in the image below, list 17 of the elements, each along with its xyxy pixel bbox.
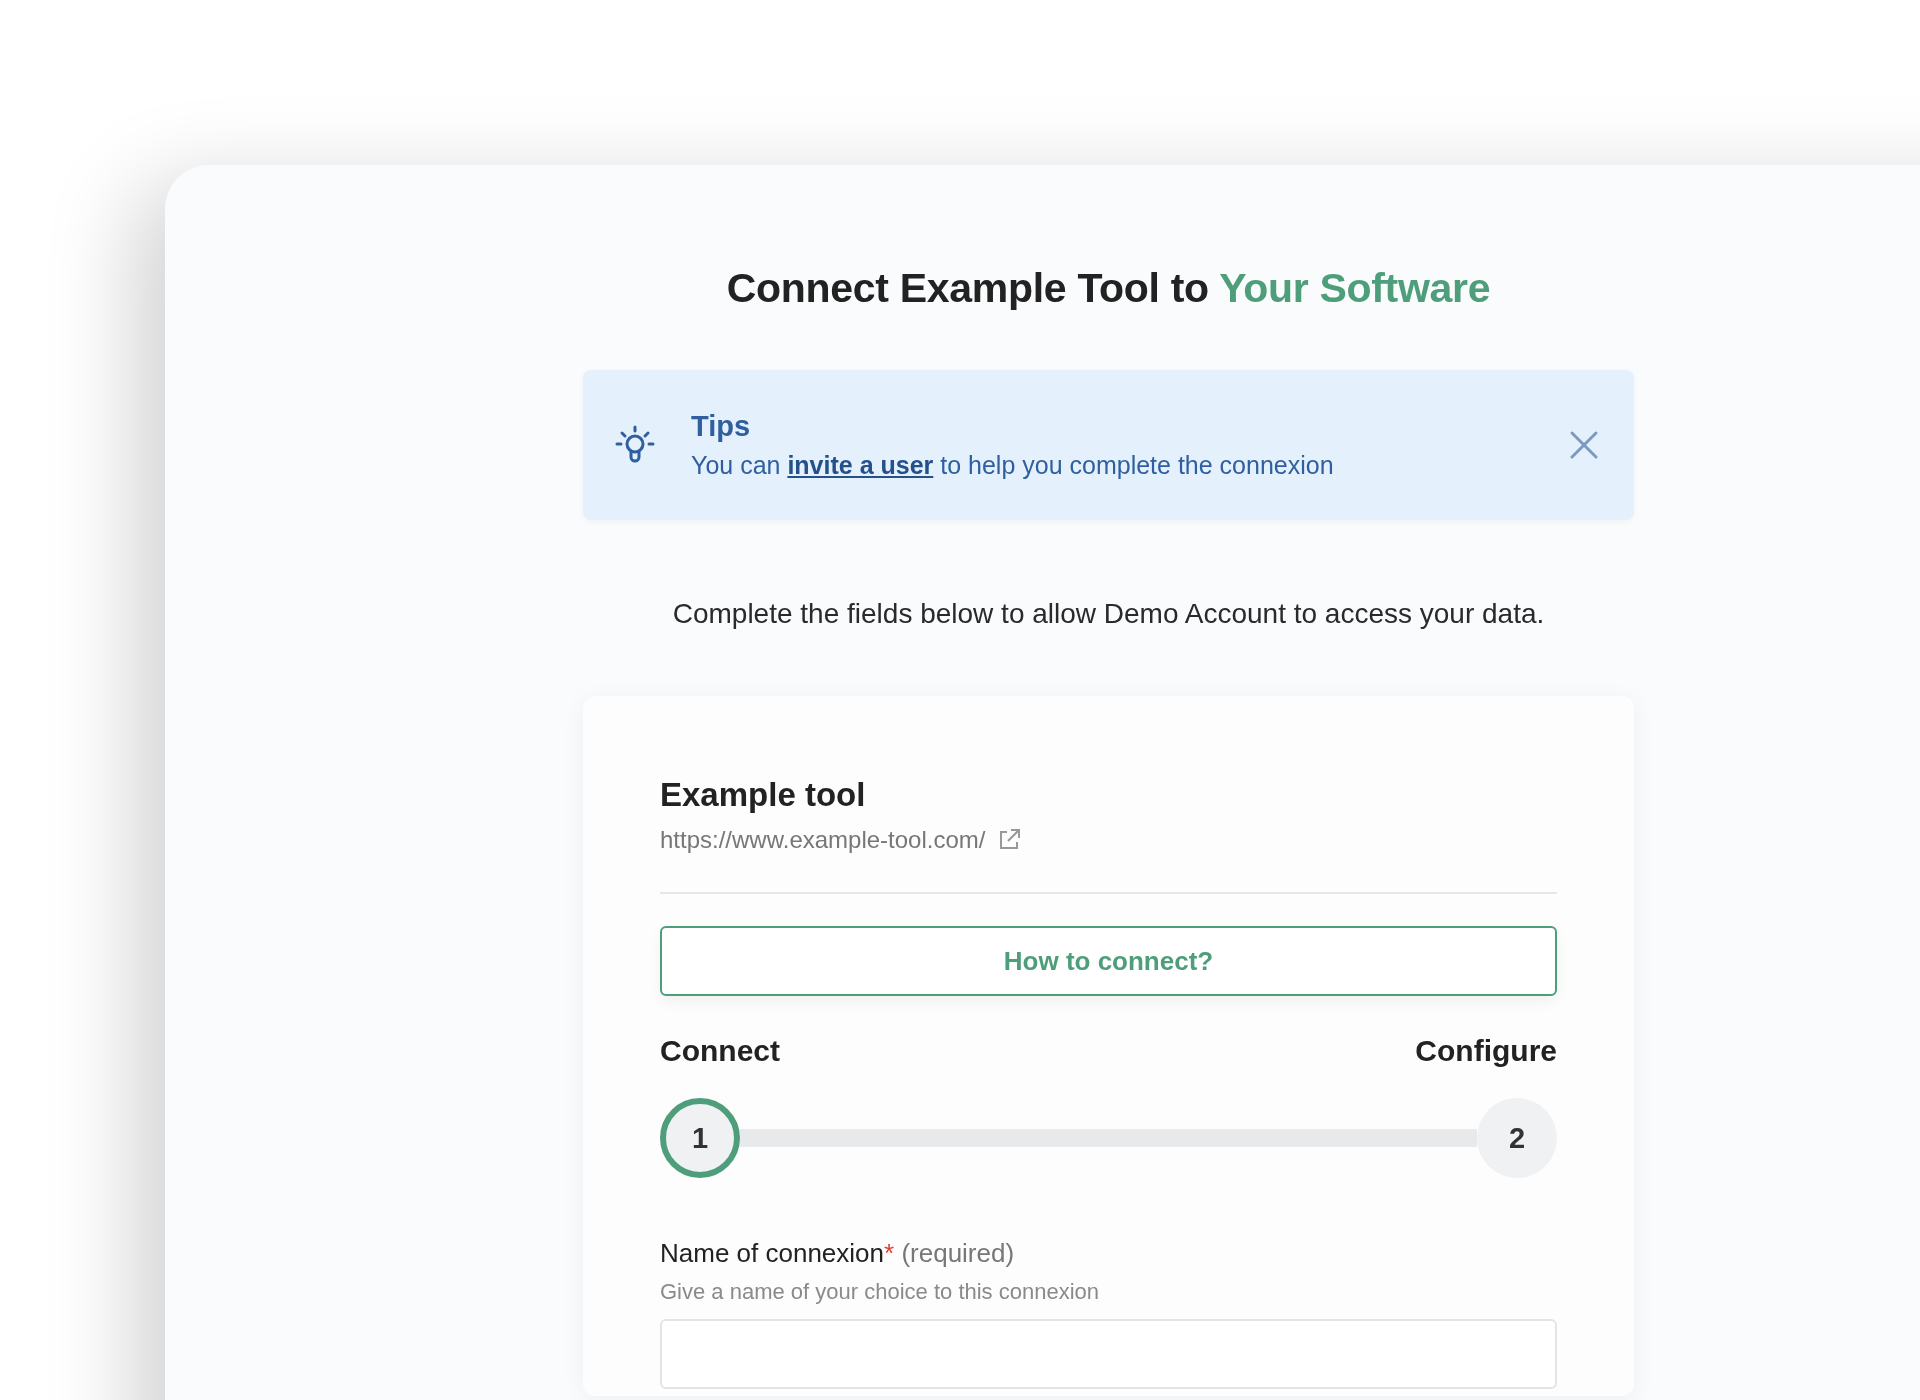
tool-url[interactable]: https://www.example-tool.com/	[660, 826, 986, 854]
tool-name: Example tool	[660, 776, 867, 814]
field-hint: Give a name of your choice to this connexion	[660, 1279, 1101, 1305]
tips-title: Tips	[691, 410, 752, 443]
external-link-icon[interactable]	[997, 828, 1022, 852]
close-button[interactable]	[1568, 429, 1600, 461]
step-label: Connect	[660, 1034, 780, 1068]
connection-name-input[interactable]	[660, 1319, 1557, 1389]
instructions-text: Complete the fields below to allow Demo Account to access your data.	[671, 598, 1546, 630]
step-circle[interactable]: 1	[660, 1098, 740, 1178]
step-circle[interactable]: 2	[1477, 1098, 1557, 1178]
tips-message: You can invite a user to help you complete the connexion	[691, 451, 1335, 480]
step-label: Configure	[1415, 1034, 1557, 1068]
page-title: Connect Example Tool to Your Software	[725, 265, 1492, 312]
field-label: Name of connexion* (required)	[660, 1238, 1016, 1269]
close-icon	[1568, 429, 1600, 461]
invite-link[interactable]: invite a user	[787, 451, 934, 479]
